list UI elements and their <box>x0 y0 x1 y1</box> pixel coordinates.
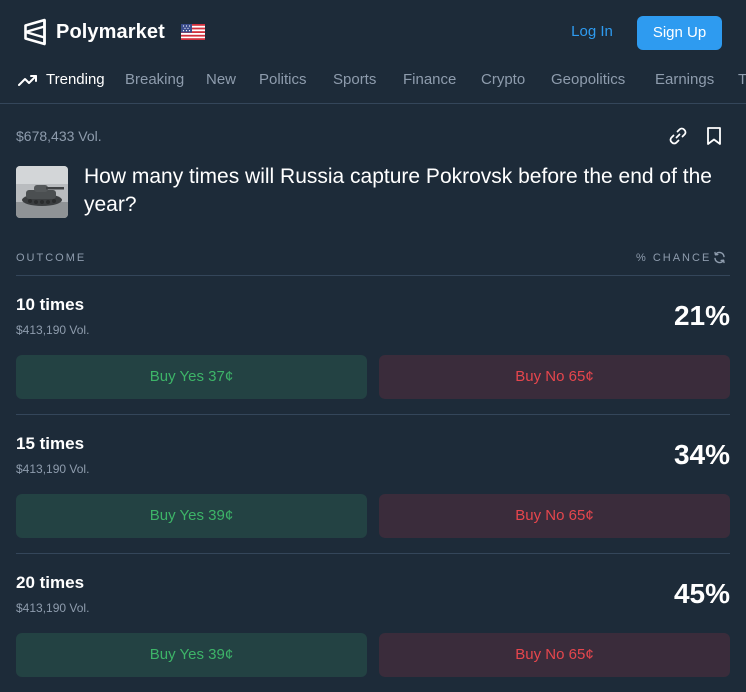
nav-item-trending[interactable]: Trending <box>46 70 105 90</box>
outcome-row: 15 times $413,190 Vol. 34% Buy Yes 39¢ B… <box>0 415 746 554</box>
buy-no-button[interactable]: Buy No 65¢ <box>379 633 730 677</box>
nav-item-finance[interactable]: Finance <box>403 70 456 90</box>
nav-item-geopolitics[interactable]: Geopolitics <box>551 70 625 90</box>
outcome-chance: 21% <box>673 300 730 331</box>
trending-icon <box>18 75 37 86</box>
link-icon[interactable] <box>668 126 688 146</box>
logo[interactable]: Polymarket <box>23 18 165 46</box>
outcome-chance: 34% <box>673 439 730 470</box>
chance-column-header: % CHANCE <box>636 252 712 264</box>
nav-item-crypto[interactable]: Crypto <box>481 70 525 90</box>
nav-item-new[interactable]: New <box>206 70 236 90</box>
brand-name: Polymarket <box>56 21 165 43</box>
category-nav: Trending Breaking New Politics Sports Fi… <box>0 64 746 104</box>
market-thumbnail <box>16 166 68 218</box>
outcome-volume: $413,190 Vol. <box>16 601 90 615</box>
login-button[interactable]: Log In <box>562 16 622 48</box>
buy-no-button[interactable]: Buy No 65¢ <box>379 355 730 399</box>
nav-item-earnings[interactable]: Earnings <box>655 70 714 90</box>
buy-no-button[interactable]: Buy No 65¢ <box>379 494 730 538</box>
refresh-icon[interactable] <box>713 251 726 264</box>
nav-item-breaking[interactable]: Breaking <box>125 70 184 90</box>
nav-item-sports[interactable]: Sports <box>333 70 376 90</box>
bookmark-icon[interactable] <box>705 126 723 146</box>
outcome-chance: 45% <box>673 578 730 609</box>
nav-item-more[interactable]: T <box>738 70 746 90</box>
polymarket-logo-icon <box>24 18 46 46</box>
outcome-name: 10 times <box>16 295 85 314</box>
outcome-row: 20 times $413,190 Vol. 45% Buy Yes 39¢ B… <box>0 554 746 692</box>
buy-yes-button[interactable]: Buy Yes 37¢ <box>16 355 367 399</box>
buy-yes-button[interactable]: Buy Yes 39¢ <box>16 633 367 677</box>
buy-yes-button[interactable]: Buy Yes 39¢ <box>16 494 367 538</box>
nav-item-politics[interactable]: Politics <box>259 70 307 90</box>
outcome-volume: $413,190 Vol. <box>16 462 90 476</box>
us-flag-icon[interactable] <box>181 24 205 40</box>
outcome-row: 10 times $413,190 Vol. 21% Buy Yes 37¢ B… <box>0 276 746 415</box>
tank-image <box>16 166 68 218</box>
outcome-column-header: OUTCOME <box>16 252 87 264</box>
signup-button[interactable]: Sign Up <box>637 16 722 50</box>
outcome-volume: $413,190 Vol. <box>16 323 90 337</box>
outcome-name: 20 times <box>16 573 85 592</box>
market-title: How many times will Russia capture Pokro… <box>84 165 712 216</box>
outcome-name: 15 times <box>16 434 85 453</box>
market-volume: $678,433 Vol. <box>16 128 102 144</box>
top-header: Polymarket Log In Sign Up <box>0 0 746 64</box>
